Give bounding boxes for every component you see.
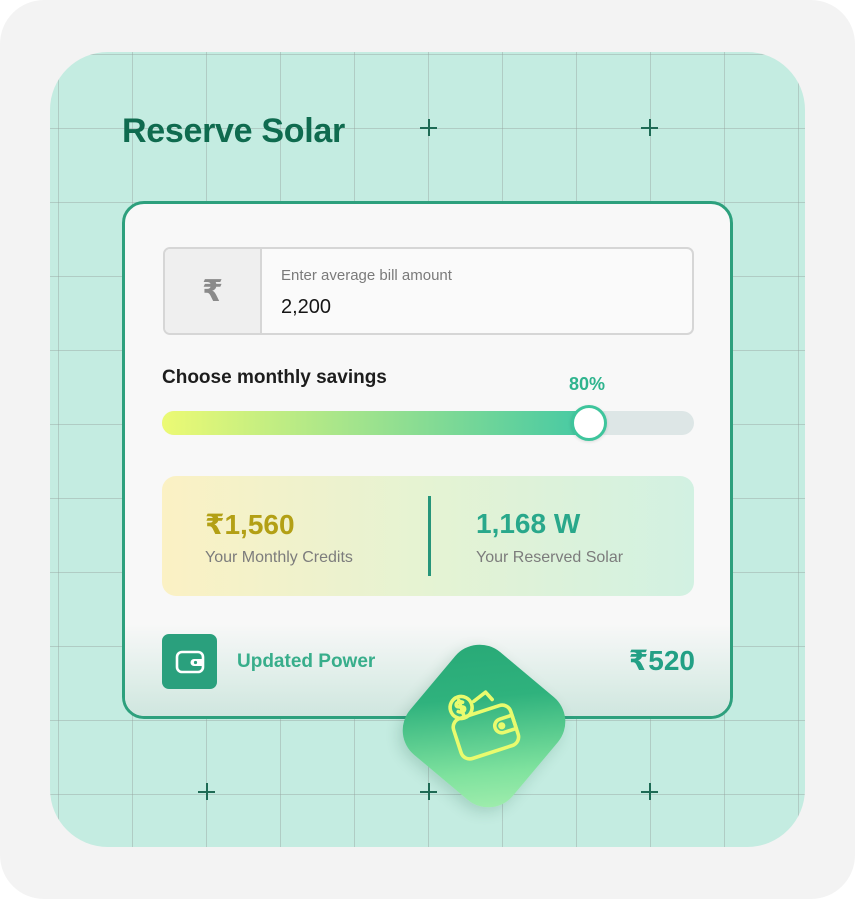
monthly-credits-value: ₹1,560 (205, 509, 295, 540)
outer-frame: Reserve Solar ₹ Enter average bill amoun… (0, 0, 855, 899)
summary-divider (428, 496, 431, 576)
plus-marker (420, 783, 437, 800)
savings-percent: 80% (569, 374, 606, 394)
plus-marker (198, 783, 215, 800)
reserved-solar-label: Your Reserved Solar (476, 549, 624, 566)
page-title: Reserve Solar (122, 112, 345, 150)
savings-slider[interactable] (162, 405, 694, 441)
plus-marker (641, 783, 658, 800)
bill-amount-input[interactable] (279, 293, 663, 321)
bill-amount-label: Enter average bill amount (281, 267, 452, 284)
updated-power-value: ₹520 (628, 645, 695, 676)
updated-power-label: Updated Power (237, 651, 376, 672)
plus-marker (641, 119, 658, 136)
monthly-credits-label: Your Monthly Credits (205, 549, 353, 566)
savings-summary: ₹1,560 Your Monthly Credits 1,168 W Your… (162, 476, 694, 596)
plus-marker (420, 119, 437, 136)
reserved-solar-value: 1,168 W (476, 508, 581, 539)
slider-track[interactable] (162, 411, 694, 435)
bill-amount-field[interactable]: ₹ Enter average bill amount (163, 247, 694, 335)
slider-thumb[interactable] (570, 405, 607, 441)
slider-fill (162, 411, 588, 435)
wallet-coin-icon (448, 690, 521, 761)
calculator-card: ₹ Enter average bill amount Choose month… (122, 201, 733, 719)
savings-label: Choose monthly savings (162, 367, 387, 388)
rupee-icon: ₹ (165, 249, 262, 333)
wallet-icon (162, 634, 217, 689)
